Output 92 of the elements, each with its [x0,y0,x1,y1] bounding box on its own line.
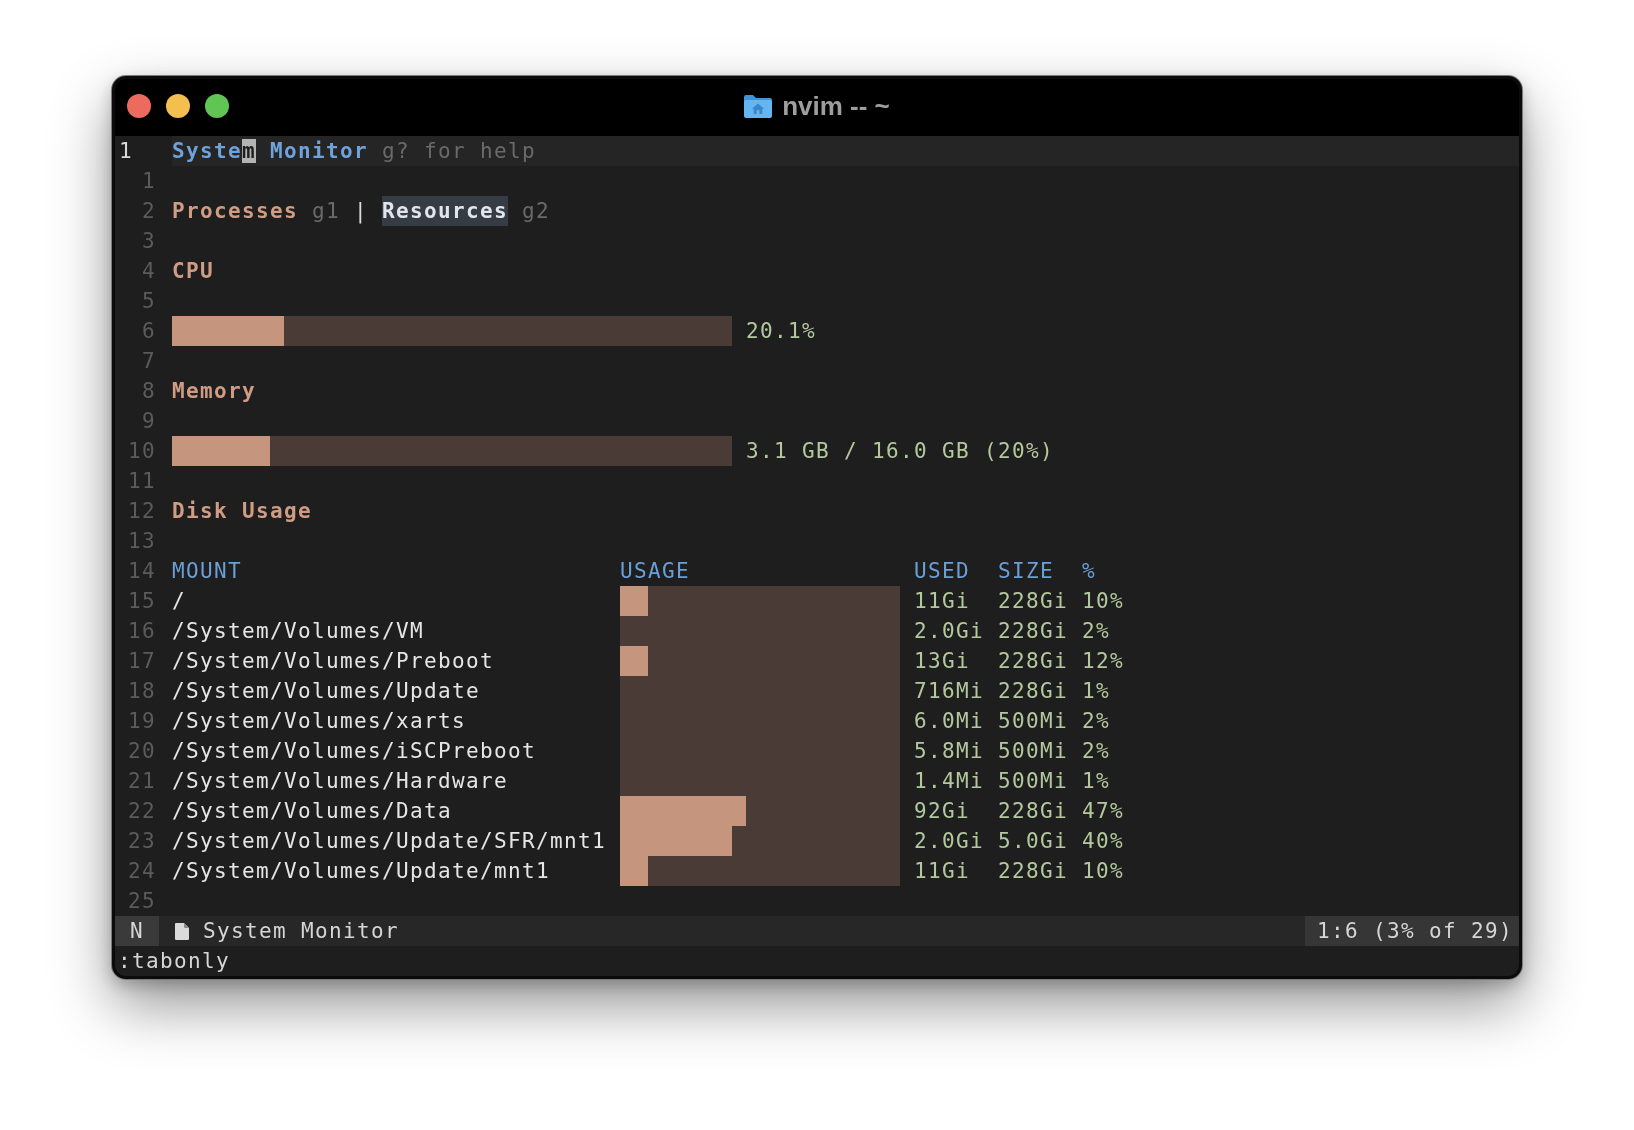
mount-path: / [172,588,187,615]
tab-shortcut: g2 [522,198,551,225]
help-hint: g? for help [382,138,537,165]
line-number: 22 [127,798,157,825]
percent-value: 40% [1082,828,1124,855]
mount-path: /System/Volumes/iSCPreboot [172,738,538,765]
meter-reading: 3.1 GB / 16.0 GB (20%) [746,438,1055,465]
mount-path: /System/Volumes/Hardware [172,768,510,795]
line-number: 2 [141,198,157,225]
line-number: 3 [141,228,157,255]
used-value: 5.8Mi [914,738,985,765]
line-number: 1 [141,168,157,195]
section-heading: Disk Usage [172,498,313,525]
size-value: 500Mi [998,708,1069,735]
line-number: 21 [127,768,157,795]
column-header: USED [914,558,971,585]
tab[interactable]: Resources [382,196,509,226]
used-value: 6.0Mi [914,708,985,735]
used-value: 11Gi [914,588,971,615]
size-value: 500Mi [998,738,1069,765]
cursor-position: 1:6 (3% of 29) [1304,916,1519,946]
line-number: 13 [127,528,157,555]
mount-path: /System/Volumes/Data [172,798,454,825]
used-value: 1.4Mi [914,768,985,795]
percent-value: 1% [1082,768,1110,795]
size-value: 228Gi [998,798,1069,825]
file-icon [175,922,189,940]
percent-value: 47% [1082,798,1124,825]
mount-path: /System/Volumes/Update [172,678,482,705]
used-value: 11Gi [914,858,971,885]
tab-separator: | [354,198,369,226]
mount-path: /System/Volumes/Preboot [172,648,496,675]
column-header: SIZE [998,558,1055,585]
size-value: 228Gi [998,678,1069,705]
size-value: 5.0Gi [998,828,1069,855]
used-value: 2.0Gi [914,618,985,645]
command-line: :tabonly [118,949,231,973]
line-number: 24 [127,858,157,885]
percent-value: 1% [1082,678,1110,705]
used-value: 13Gi [914,648,971,675]
mount-path: /System/Volumes/Update/mnt1 [172,858,552,885]
tab-shortcut: g1 [312,198,341,225]
size-value: 228Gi [998,588,1069,615]
column-header: USAGE [620,558,691,585]
close-button[interactable] [127,94,151,118]
size-value: 500Mi [998,768,1069,795]
used-value: 2.0Gi [914,828,985,855]
size-value: 228Gi [998,648,1069,675]
line-number: 4 [141,258,157,285]
percent-value: 2% [1082,738,1110,765]
line-number: 14 [127,558,157,585]
window-title: nvim -- ~ [782,90,890,122]
used-value: 716Mi [914,678,985,705]
zoom-button[interactable] [205,94,229,118]
percent-value: 10% [1082,588,1124,615]
line-number: 16 [127,618,157,645]
line-number: 12 [127,498,157,525]
percent-value: 12% [1082,648,1124,675]
line-number: 7 [141,348,157,375]
line-number: 25 [127,888,157,915]
column-header: % [1082,558,1096,585]
section-heading: Memory [172,378,257,405]
line-number: 19 [127,708,157,735]
line-number: 20 [127,738,157,765]
meter-reading: 20.1% [746,318,816,345]
section-heading: CPU [172,258,214,285]
line-number: 8 [141,378,157,405]
line-number: 11 [127,468,157,495]
line-number: 10 [127,438,157,465]
mount-path: /System/Volumes/Update/SFR/mnt1 [172,828,608,855]
percent-value: 10% [1082,858,1124,885]
mount-path: /System/Volumes/VM [172,618,426,645]
line-number: 18 [127,678,157,705]
mode-indicator: N [115,916,159,946]
line-number: 23 [127,828,157,855]
size-value: 228Gi [998,618,1069,645]
line-number: 15 [127,588,157,615]
size-value: 228Gi [998,858,1069,885]
line-number: 17 [127,648,157,675]
line-number: 6 [141,318,157,345]
tab[interactable]: Processes [172,196,299,226]
column-header: MOUNT [172,558,243,585]
line-number: 1 [118,138,134,165]
percent-value: 2% [1082,708,1110,735]
minimize-button[interactable] [166,94,190,118]
mount-path: /System/Volumes/xarts [172,708,468,735]
line-number: 5 [141,288,157,315]
line-number: 9 [141,408,157,435]
home-folder-icon [744,94,773,118]
file-name: System Monitor [203,918,400,945]
used-value: 92Gi [914,798,971,825]
percent-value: 2% [1082,618,1110,645]
